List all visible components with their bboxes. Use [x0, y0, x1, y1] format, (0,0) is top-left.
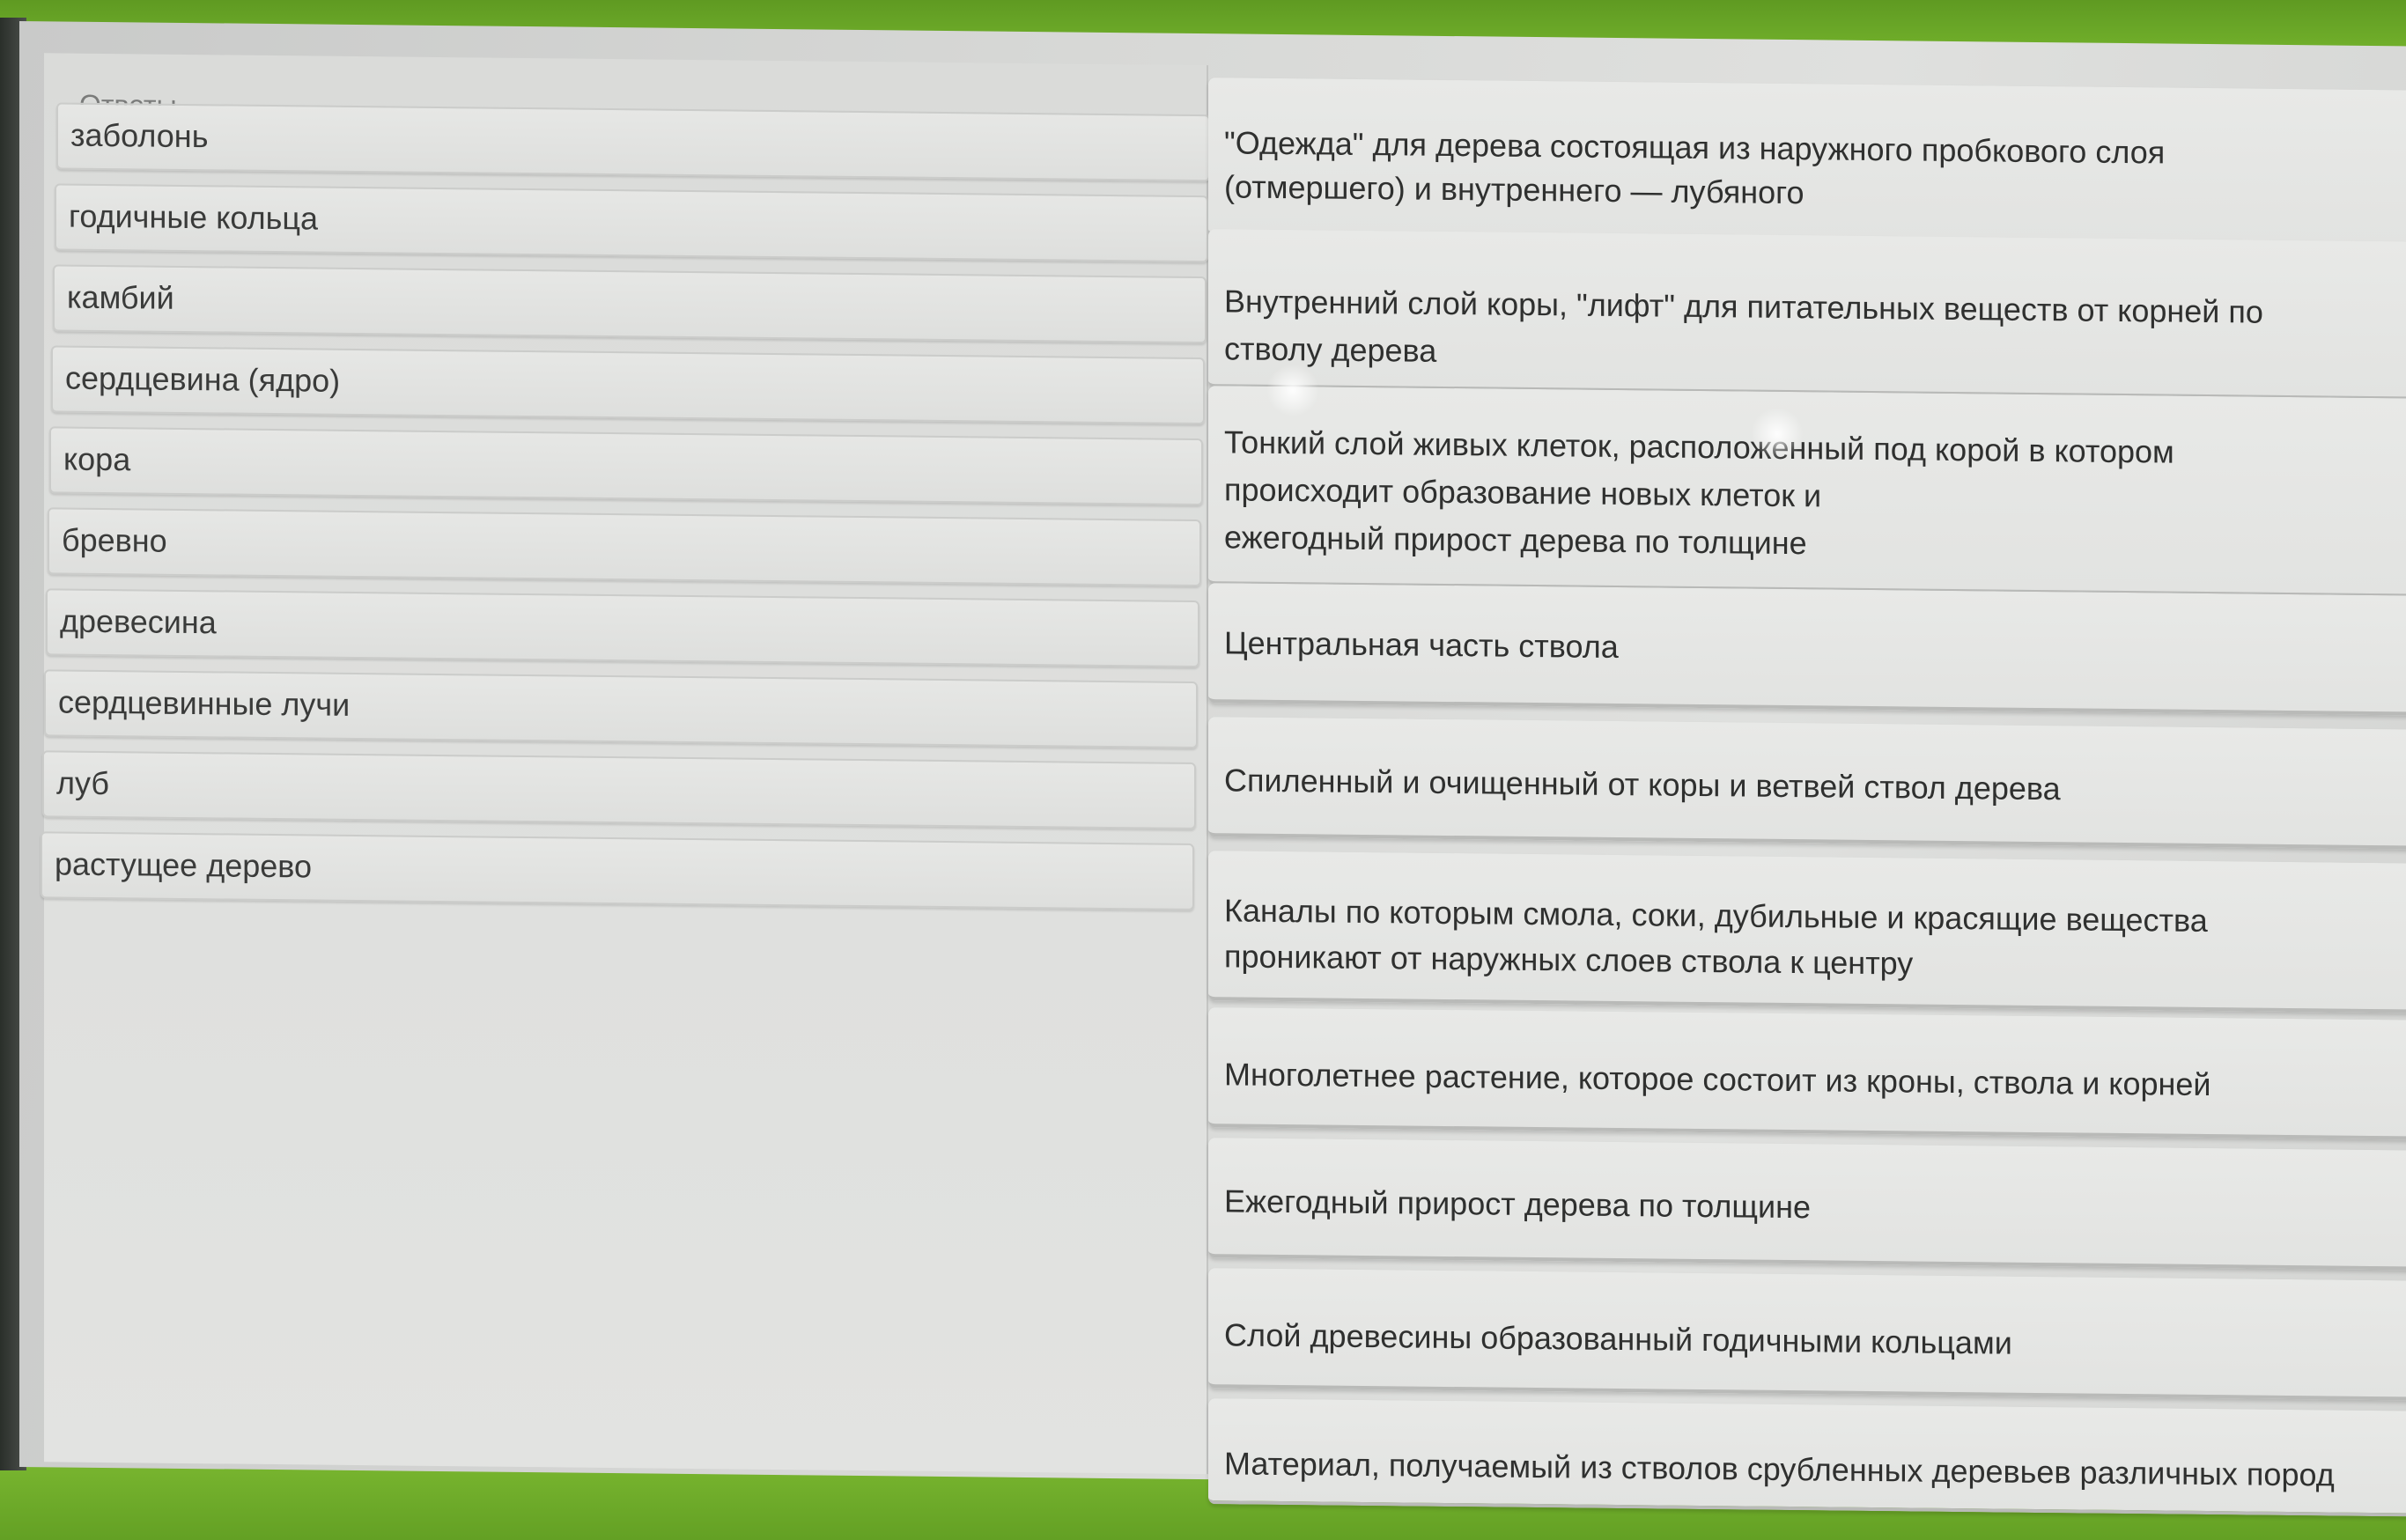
definition-line: Внутренний слой коры, "лифт" для питател… [1224, 283, 2263, 330]
definition-card[interactable]: Слой древесины образованный годичными ко… [1208, 1268, 2406, 1401]
definition-card[interactable]: Ежегодный прирост дерева по толщине [1208, 1138, 2406, 1271]
answer-item-kora[interactable]: кора [49, 426, 1203, 506]
answer-item-brevno[interactable]: бревно [48, 507, 1201, 587]
definition-line: Спиленный и очищенный от коры и ветвей с… [1224, 762, 2061, 807]
answer-label: сердцевинные лучи [58, 683, 351, 723]
definition-line: Многолетнее растение, которое состоит из… [1224, 1056, 2211, 1103]
definition-card[interactable]: Внутренний слой коры, "лифт" для питател… [1208, 229, 2406, 401]
definition-card[interactable]: Многолетнее растение, которое состоит из… [1208, 1007, 2406, 1140]
definition-card[interactable]: Центральная часть ствола [1208, 583, 2406, 716]
definition-line: Тонкий слой живых клеток, расположенный … [1224, 424, 2174, 470]
answer-item-rastushchee-derevo[interactable]: растущее дерево [41, 831, 1194, 910]
definition-line: (отмершего) и внутреннего — лубяного [1224, 168, 1804, 211]
definition-card[interactable]: "Одежда" для дерева состоящая из наружно… [1208, 77, 2406, 249]
definition-line: Слой древесины образованный годичными ко… [1224, 1316, 2012, 1361]
screen: Ответы заболонь годичные кольца камбий с… [19, 21, 2406, 1517]
definition-line: Ежегодный прирост дерева по толщине [1224, 1183, 1811, 1226]
definition-line: ежегодный прирост дерева по толщине [1224, 519, 1807, 562]
definition-card[interactable]: Тонкий слой живых клеток, расположенный … [1208, 386, 2406, 598]
answer-item-drevesina[interactable]: древесина [46, 588, 1199, 668]
answer-label: сердцевина (ядро) [65, 359, 341, 399]
definition-card[interactable]: Материал, получаемый из стволов срубленн… [1208, 1398, 2406, 1517]
definition-line: проникают от наружных слоев ствола к цен… [1224, 938, 1914, 982]
definition-card[interactable]: Спиленный и очищенный от коры и ветвей с… [1208, 717, 2406, 850]
glare [1751, 407, 1804, 461]
answer-item-godichnye-koltsa[interactable]: годичные кольца [55, 183, 1208, 263]
answer-label: растущее дерево [55, 845, 313, 885]
definition-line: стволу дерева [1224, 330, 1437, 369]
definition-line: происходит образование новых клеток и [1224, 471, 1822, 514]
answer-label: древесина [60, 602, 217, 641]
answer-item-zabolon[interactable]: заболонь [56, 102, 1210, 182]
definition-line: Центральная часть ствола [1224, 624, 1619, 666]
answer-item-serdtsevinnye-luchi[interactable]: сердцевинные лучи [44, 669, 1198, 749]
answer-item-kambiy[interactable]: камбий [53, 264, 1207, 344]
answer-label: бревно [62, 521, 167, 559]
answer-label: луб [56, 764, 110, 802]
definition-card[interactable]: Каналы по которым смола, соки, дубильные… [1208, 851, 2406, 1013]
answer-label: заболонь [70, 116, 209, 155]
answer-item-serdtsevina[interactable]: сердцевина (ядро) [51, 345, 1205, 425]
definition-line: Материал, получаемый из стволов срубленн… [1224, 1445, 2335, 1493]
answer-item-lub[interactable]: луб [42, 750, 1196, 829]
glare [1266, 363, 1319, 417]
answer-label: камбий [67, 278, 174, 316]
answer-label: годичные кольца [69, 197, 319, 237]
answer-label: кора [63, 440, 131, 478]
